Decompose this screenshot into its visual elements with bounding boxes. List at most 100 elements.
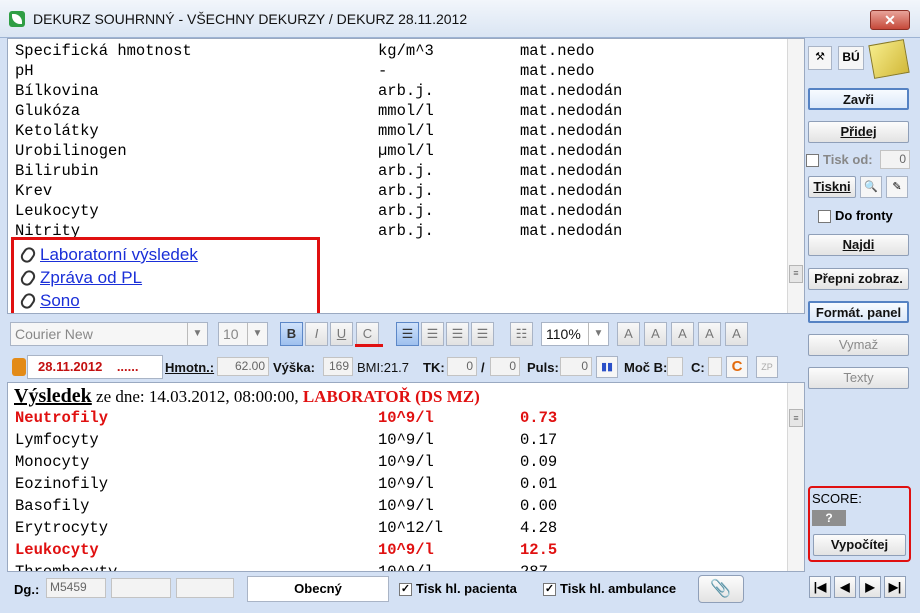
pen-icon[interactable]: ✎ — [886, 176, 908, 198]
result-value: 4.28 — [520, 519, 558, 537]
format-panel-button[interactable]: Formát. panel — [808, 301, 909, 323]
format-toolbar: Courier New ▼ 10 ▼ B I U C ☰ ☰ ☰ ☰ ☷ 110% ▼… — [7, 316, 805, 352]
dekurz-text-pane[interactable]: Specifická hmotnost kg/m^3 mat.nedo pH - mat.… — [7, 38, 805, 314]
dg-field-1[interactable]: M5459 — [46, 578, 106, 598]
add-button[interactable]: Přidej — [808, 121, 909, 143]
print-patient-checkbox[interactable]: ✓ Tisk hl. pacienta — [399, 581, 517, 597]
result-name: Erytrocyty — [15, 519, 109, 537]
tk-separator: / — [481, 360, 485, 375]
c-field[interactable] — [708, 357, 722, 376]
lab-value: mat.nedodán — [520, 182, 623, 200]
weight-field[interactable]: 62.00 — [217, 357, 269, 376]
next-record-icon[interactable]: ▶ — [859, 576, 881, 598]
font-select[interactable]: Courier New ▼ — [10, 322, 208, 346]
close-record-button[interactable]: Zavři — [808, 88, 909, 110]
lab-name: Urobilinogen — [15, 142, 127, 160]
lab-value: mat.nedodán — [520, 102, 623, 120]
switch-view-button[interactable]: Přepni zobraz. — [808, 268, 909, 290]
dg-field-3[interactable] — [176, 578, 234, 598]
score-value: ? — [812, 510, 846, 526]
calculate-button[interactable]: Vypočítej — [813, 534, 906, 556]
dekurz-date-field[interactable]: 28.11.2012 ...... — [27, 355, 163, 379]
bottom-scrollbar[interactable]: ≡ — [787, 383, 804, 571]
tk-systolic-field[interactable]: 0 — [447, 357, 477, 376]
font-size-icon[interactable]: A — [671, 322, 694, 346]
result-value: 12.5 — [520, 541, 558, 559]
queue-checkbox[interactable]: Do fronty — [818, 208, 893, 224]
print-from-checkbox[interactable]: Tisk od: — [806, 152, 873, 168]
moc-field[interactable] — [667, 357, 683, 376]
scroll-thumb[interactable]: ≡ — [789, 409, 803, 427]
attach-button[interactable]: 📎 — [698, 575, 744, 603]
title-bar: DEKURZ SOUHRNNÝ - VŠECHNY DEKURZY / DEKU… — [0, 0, 920, 38]
zp-button[interactable]: ZP — [756, 356, 778, 378]
checkbox-icon — [818, 210, 831, 224]
align-center-button[interactable]: ☰ — [421, 322, 444, 346]
tools-icon[interactable]: ⚒ — [808, 46, 832, 70]
bu-button[interactable]: BÚ — [838, 46, 864, 70]
result-unit: 10^9/l — [378, 453, 434, 471]
lab-unit: mmol/l — [378, 122, 434, 140]
map-icon[interactable] — [868, 39, 910, 79]
result-name: Basofily — [15, 497, 90, 515]
attachment-link-lab[interactable]: Laboratorní výsledek — [18, 244, 198, 266]
score-label: SCORE: — [812, 491, 862, 506]
result-title: Výsledek — [14, 385, 92, 407]
top-scrollbar[interactable]: ≡ — [787, 39, 804, 313]
height-field[interactable]: 169 — [323, 357, 353, 376]
font-size-icon[interactable]: A — [725, 322, 748, 346]
close-button[interactable]: ✕ — [870, 10, 910, 30]
paperclip-icon — [18, 291, 38, 311]
font-size-icon[interactable]: A — [644, 322, 667, 346]
lock-icon[interactable] — [12, 358, 26, 376]
align-left-button[interactable]: ☰ — [396, 322, 419, 346]
result-name: Lymfocyty — [15, 431, 99, 449]
result-value: 0.01 — [520, 475, 558, 493]
result-value: 0.17 — [520, 431, 558, 449]
attachment-link-sono[interactable]: Sono — [18, 290, 80, 312]
preview-icon[interactable]: 🔍 — [860, 176, 882, 198]
bottom-bar: Dg.: M5459 Obecný ✓ Tisk hl. pacienta ✓ Ti… — [0, 574, 805, 604]
tk-diastolic-field[interactable]: 0 — [490, 357, 520, 376]
bold-button[interactable]: B — [280, 322, 303, 346]
weight-label: Hmotn.: — [165, 360, 215, 375]
justify-button[interactable]: ☰ — [471, 322, 494, 346]
attachment-link-pl[interactable]: Zpráva od PL — [18, 267, 142, 289]
chevron-down-icon: ▼ — [588, 323, 608, 345]
delete-button[interactable]: Vymaž — [808, 334, 909, 356]
calculator-icon[interactable]: C — [726, 356, 748, 378]
texts-button[interactable]: Texty — [808, 367, 909, 389]
color-button[interactable]: C — [356, 322, 379, 346]
c-label: C: — [691, 360, 705, 375]
puls-field[interactable]: 0 — [560, 357, 592, 376]
size-select[interactable]: 10 ▼ — [218, 322, 268, 346]
print-button[interactable]: Tiskni — [808, 176, 856, 198]
first-record-icon[interactable]: |◀ — [809, 576, 831, 598]
lab-value: mat.nedodán — [520, 222, 623, 240]
print-ambulance-checkbox[interactable]: ✓ Tisk hl. ambulance — [543, 581, 676, 597]
font-size-icon[interactable]: A — [698, 322, 721, 346]
find-button[interactable]: Najdi — [808, 234, 909, 256]
result-unit: 10^9/l — [378, 563, 434, 572]
result-value: 0.73 — [520, 409, 558, 427]
underline-button[interactable]: U — [330, 322, 353, 346]
result-unit: 10^9/l — [378, 431, 434, 449]
app-icon — [9, 11, 25, 27]
type-select[interactable]: Obecný — [247, 576, 389, 602]
chart-icon[interactable]: ▮▮ — [596, 356, 618, 378]
result-pane[interactable]: Výsledek ze dne: 14.03.2012, 08:00:00, L… — [7, 382, 805, 572]
scroll-thumb[interactable]: ≡ — [789, 265, 803, 283]
paperclip-icon — [18, 268, 38, 288]
italic-button[interactable]: I — [305, 322, 328, 346]
chevron-down-icon: ▼ — [247, 323, 267, 345]
align-right-button[interactable]: ☰ — [446, 322, 469, 346]
last-record-icon[interactable]: ▶| — [884, 576, 906, 598]
prev-record-icon[interactable]: ◀ — [834, 576, 856, 598]
font-size-icon[interactable]: A — [617, 322, 640, 346]
bullet-list-button[interactable]: ☷ — [510, 322, 533, 346]
print-from-field[interactable]: 0 — [880, 150, 910, 169]
lab-value: mat.nedo — [520, 42, 595, 60]
zoom-select[interactable]: 110% ▼ — [541, 322, 609, 346]
dg-field-2[interactable] — [111, 578, 171, 598]
checkbox-checked-icon: ✓ — [543, 583, 556, 597]
